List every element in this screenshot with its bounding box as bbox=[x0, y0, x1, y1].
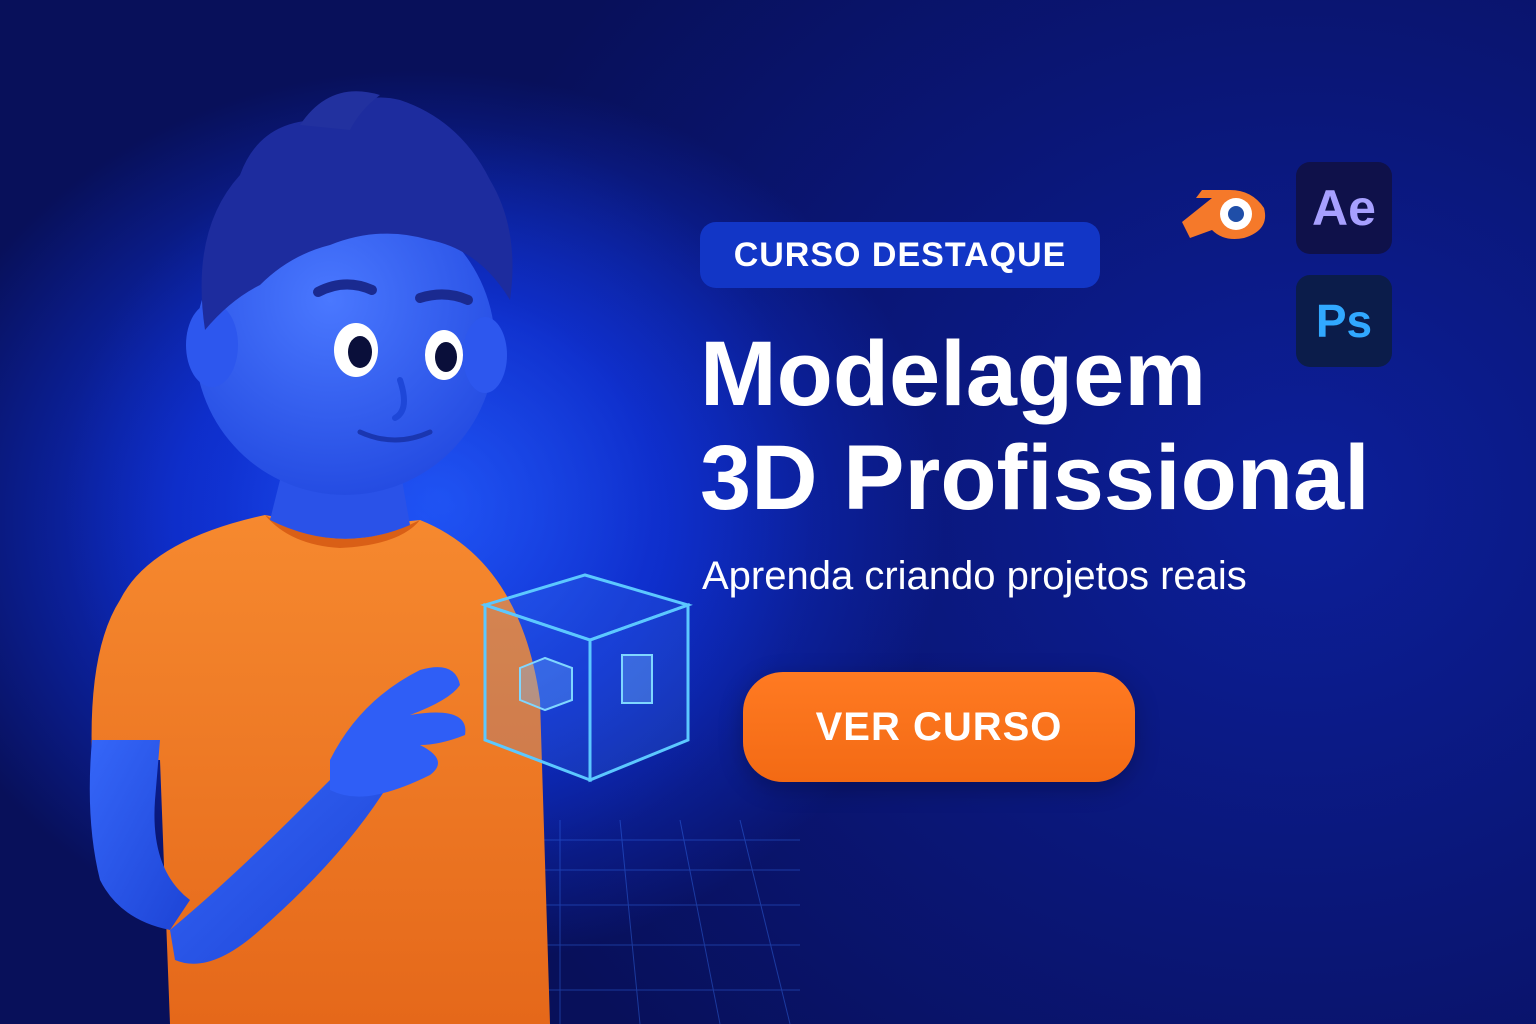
course-banner: Ae Ps CURSO DESTAQUE Modelagem 3D Profis… bbox=[0, 0, 1536, 1024]
course-title-line-1: Modelagem bbox=[700, 323, 1207, 425]
featured-course-badge: CURSO DESTAQUE bbox=[700, 222, 1100, 288]
hologram-cube bbox=[480, 573, 693, 783]
view-course-button[interactable]: VER CURSO bbox=[743, 672, 1135, 782]
after-effects-icon: Ae bbox=[1296, 162, 1392, 254]
blender-logo-icon bbox=[1182, 190, 1266, 239]
course-title-line-2: 3D Profissional bbox=[700, 427, 1370, 529]
shirt bbox=[91, 515, 551, 1024]
course-title: Modelagem 3D Profissional bbox=[700, 322, 1460, 530]
course-subtitle: Aprenda criando projetos reais bbox=[702, 554, 1247, 598]
character-illustration bbox=[89, 91, 693, 1024]
